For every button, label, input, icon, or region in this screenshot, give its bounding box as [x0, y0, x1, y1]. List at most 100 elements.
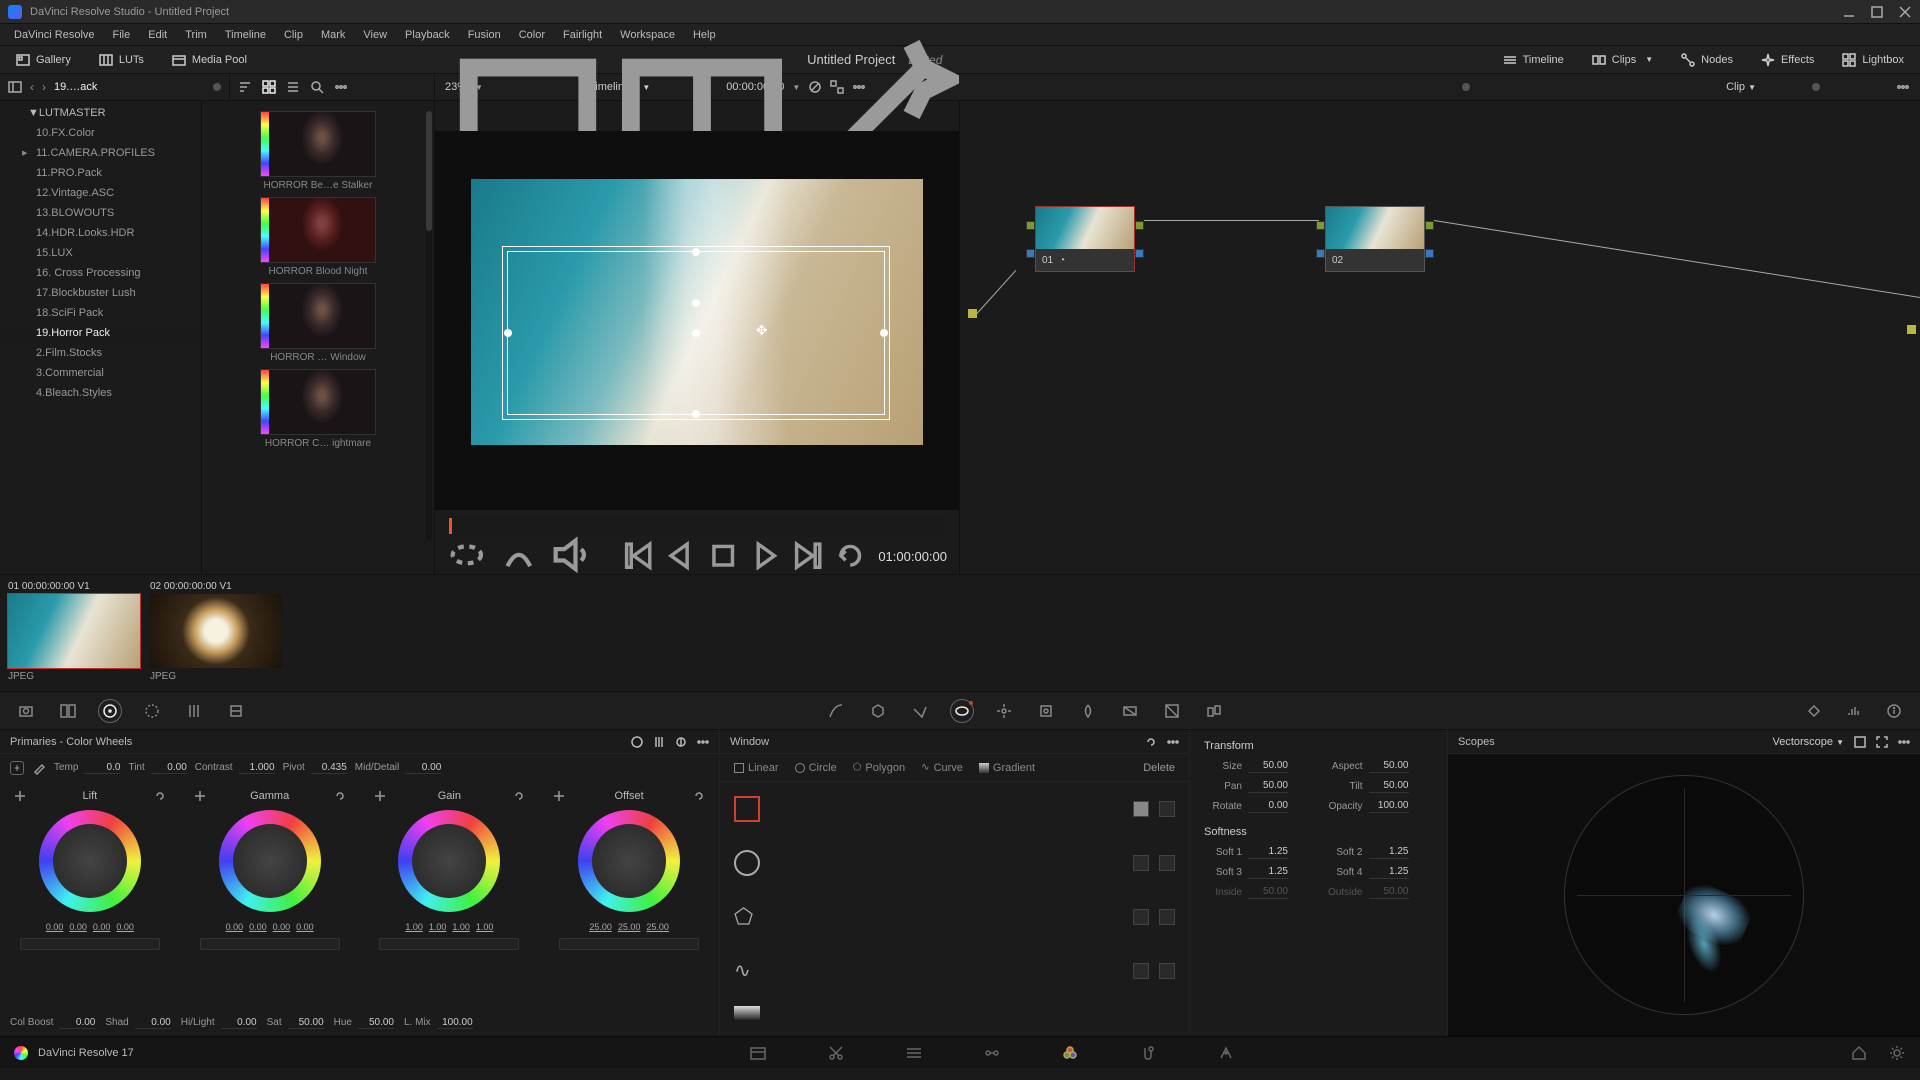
node-02[interactable]: 02 — [1325, 206, 1425, 272]
qualifier-icon[interactable] — [912, 703, 928, 719]
invert-toggle[interactable] — [1159, 909, 1175, 925]
color-wheel[interactable] — [398, 810, 500, 912]
folder-item[interactable]: 19.Horror Pack — [0, 323, 201, 343]
invert-toggle[interactable] — [1159, 801, 1175, 817]
color-wheel[interactable] — [578, 810, 680, 912]
scope-mode-dropdown[interactable]: Vectorscope ▼ — [1772, 736, 1844, 748]
output-port[interactable] — [1907, 325, 1916, 334]
folder-item[interactable]: 15.LUX — [0, 243, 201, 263]
picker-icon[interactable] — [553, 790, 565, 802]
menu-mark[interactable]: Mark — [313, 26, 353, 44]
wheel-values[interactable]: 1.001.001.001.00 — [405, 922, 493, 932]
tab-gradient[interactable]: Gradient — [973, 759, 1041, 777]
node-alpha-in[interactable] — [1026, 249, 1035, 258]
clip-dropdown[interactable]: Clip ▼ — [1726, 81, 1756, 93]
node-graph[interactable]: 01◔ 02 — [960, 101, 1920, 574]
camera-raw-icon[interactable] — [18, 703, 34, 719]
invert-toggle[interactable] — [1159, 855, 1175, 871]
tab-polygon[interactable]: ⬠Polygon — [847, 759, 911, 777]
viewer-timecode[interactable]: 01:00:00:00 — [878, 549, 947, 564]
size-value[interactable]: 50.00 — [1248, 759, 1288, 773]
lut-thumb[interactable]: HORROR Be…e Stalker — [260, 111, 376, 191]
luts-button[interactable]: LUTs — [93, 49, 150, 71]
folder-item[interactable]: 4.Bleach.Styles — [0, 383, 201, 403]
play-icon[interactable] — [749, 538, 781, 573]
waveform-icon[interactable] — [1846, 703, 1862, 719]
prev-clip-icon[interactable] — [622, 538, 654, 573]
maximize-button[interactable] — [1870, 5, 1884, 19]
magic-mask-icon[interactable] — [1038, 703, 1054, 719]
soft2-value[interactable]: 1.25 — [1369, 845, 1409, 859]
log-mode-icon[interactable] — [675, 736, 687, 748]
effects-button[interactable]: Effects — [1755, 49, 1820, 71]
tracking-icon[interactable] — [996, 703, 1012, 719]
window-item-curve[interactable]: ∿ — [720, 944, 1189, 998]
contrast-value[interactable]: 1.000 — [239, 762, 275, 774]
reset-wheel-icon[interactable] — [334, 790, 346, 802]
clips-button[interactable]: Clips▼ — [1586, 49, 1659, 71]
wheel-values[interactable]: 25.0025.0025.00 — [589, 922, 669, 932]
reset-view-icon[interactable] — [447, 535, 487, 578]
folder-item[interactable]: 18.SciFi Pack — [0, 303, 201, 323]
lmix-value[interactable]: 100.00 — [437, 1017, 473, 1029]
folder-item[interactable]: LUTMASTER — [0, 103, 201, 123]
loop-icon[interactable] — [834, 538, 866, 573]
3d-icon[interactable] — [1206, 703, 1222, 719]
minimize-button[interactable] — [1842, 5, 1856, 19]
tint-value[interactable]: 0.00 — [151, 762, 187, 774]
nodes-button[interactable]: Nodes — [1675, 49, 1739, 71]
soft4-value[interactable]: 1.25 — [1369, 865, 1409, 879]
wheel-values[interactable]: 0.000.000.000.00 — [46, 922, 134, 932]
mute-icon[interactable] — [550, 535, 590, 578]
next-clip-icon[interactable] — [792, 538, 824, 573]
jog-wheel[interactable] — [200, 938, 340, 950]
folder-item[interactable]: 17.Blockbuster Lush — [0, 283, 201, 303]
keyframe-mode-icon[interactable] — [1806, 703, 1822, 719]
menu-timeline[interactable]: Timeline — [217, 26, 274, 44]
jog-wheel[interactable] — [20, 938, 160, 950]
color-warper-icon[interactable] — [870, 703, 886, 719]
lut-thumb[interactable]: HORROR C… ightmare — [260, 369, 376, 449]
menu-clip[interactable]: Clip — [276, 26, 311, 44]
fairlight-page-icon[interactable] — [1139, 1044, 1157, 1062]
hilight-value[interactable]: 0.00 — [221, 1017, 257, 1029]
menu-edit[interactable]: Edit — [140, 26, 175, 44]
color-wheel[interactable] — [219, 810, 321, 912]
node-in-port[interactable] — [1316, 221, 1325, 230]
folder-item[interactable]: 11.PRO.Pack — [0, 163, 201, 183]
picker-icon[interactable] — [194, 790, 206, 802]
lut-thumb[interactable]: HORROR Blood Night — [260, 197, 376, 277]
jog-wheel[interactable] — [559, 938, 699, 950]
window-item-gradient[interactable] — [720, 998, 1189, 1028]
home-icon[interactable] — [1850, 1044, 1868, 1062]
color-wheel[interactable] — [39, 810, 141, 912]
wheel-values[interactable]: 0.000.000.000.00 — [226, 922, 314, 932]
hue-value[interactable]: 50.00 — [358, 1017, 394, 1029]
more-icon[interactable] — [334, 80, 348, 94]
node-alpha-out[interactable] — [1135, 249, 1144, 258]
node-alpha-out[interactable] — [1425, 249, 1434, 258]
node-in-port[interactable] — [1026, 221, 1035, 230]
colboost-value[interactable]: 0.00 — [59, 1017, 95, 1029]
reset-wheel-icon[interactable] — [513, 790, 525, 802]
auto-balance-icon[interactable] — [10, 761, 24, 775]
menu-trim[interactable]: Trim — [177, 26, 215, 44]
breadcrumb[interactable]: 19.…ack — [54, 81, 97, 93]
scrollbar-handle[interactable] — [426, 111, 432, 231]
power-window-rect[interactable] — [507, 251, 885, 415]
scope-layout-icon[interactable] — [1854, 736, 1866, 748]
jog-wheel[interactable] — [379, 938, 519, 950]
temp-value[interactable]: 0.0 — [84, 762, 120, 774]
project-settings-icon[interactable] — [1888, 1044, 1906, 1062]
color-match-icon[interactable] — [60, 703, 76, 719]
node-out-port[interactable] — [1135, 221, 1144, 230]
invert-toggle[interactable] — [1159, 963, 1175, 979]
hdr-wheels-icon[interactable] — [144, 703, 160, 719]
timeline-button[interactable]: Timeline — [1497, 49, 1570, 71]
grid-view-icon[interactable] — [262, 80, 276, 94]
pick-white-icon[interactable] — [32, 761, 46, 775]
scrollbar[interactable] — [426, 111, 432, 541]
folder-item[interactable]: 13.BLOWOUTS — [0, 203, 201, 223]
sort-icon[interactable] — [238, 80, 252, 94]
nav-back-icon[interactable]: ‹ — [30, 80, 34, 94]
